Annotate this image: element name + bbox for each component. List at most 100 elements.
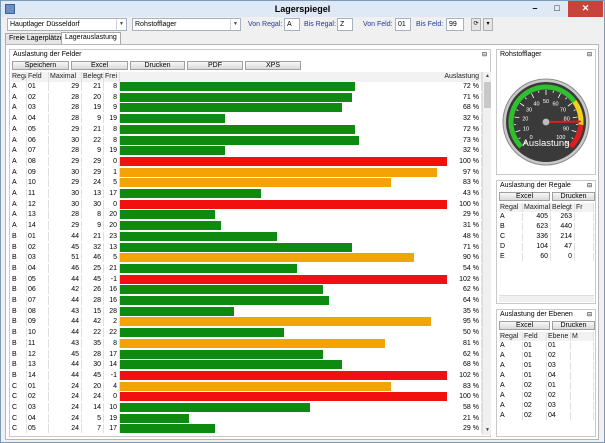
table-row[interactable]: A 405 263 bbox=[499, 213, 594, 221]
table-row[interactable]: B 03 51 46 5 90 % bbox=[11, 253, 482, 263]
table-row[interactable]: B 10 44 22 22 50 % bbox=[11, 328, 482, 338]
table-row[interactable]: D 104 47 bbox=[499, 243, 594, 251]
column-header-maximal[interactable]: M bbox=[571, 332, 594, 341]
gauge-tick-label: 70 bbox=[560, 108, 566, 114]
table-row[interactable]: A 04 28 9 19 32 % bbox=[11, 114, 482, 124]
xps-button[interactable]: XPS bbox=[245, 61, 301, 70]
table-row[interactable]: B 06 42 26 16 62 % bbox=[11, 285, 482, 295]
table-row[interactable]: C 05 24 7 17 29 % bbox=[11, 424, 482, 434]
table-row[interactable]: A 01 02 bbox=[499, 352, 594, 360]
table-row[interactable]: B 13 44 30 14 68 % bbox=[11, 360, 482, 370]
cell-frei: 0 bbox=[104, 392, 120, 402]
table-row[interactable]: A 07 28 9 19 32 % bbox=[11, 146, 482, 156]
pin-icon[interactable]: ⊟ bbox=[587, 50, 592, 60]
excel-button[interactable]: Excel bbox=[71, 61, 128, 70]
print-button[interactable]: Drucken bbox=[130, 61, 185, 70]
material-select[interactable]: Rohstofflager ▼ bbox=[132, 18, 241, 31]
table-row[interactable]: A 03 28 19 9 68 % bbox=[11, 103, 482, 113]
table-row[interactable]: B 623 440 bbox=[499, 223, 594, 231]
pdf-button[interactable]: PDF bbox=[187, 61, 243, 70]
table-row[interactable]: A 02 28 20 8 71 % bbox=[11, 92, 482, 102]
refresh-icon[interactable]: ⟳ bbox=[471, 18, 481, 31]
dropdown-icon[interactable]: ▾ bbox=[483, 18, 493, 31]
utilization-bar bbox=[120, 92, 353, 102]
table-row[interactable]: E 60 0 bbox=[499, 253, 594, 261]
scrollbar-thumb[interactable] bbox=[484, 82, 491, 108]
column-header-belegt[interactable]: Belegt bbox=[82, 72, 104, 82]
pin-icon[interactable]: ⊟ bbox=[587, 310, 592, 320]
table-row[interactable]: A 14 29 9 20 31 % bbox=[11, 221, 482, 231]
table-row[interactable]: B 08 43 15 28 35 % bbox=[11, 306, 482, 316]
column-header-maximal[interactable]: Maximal bbox=[523, 203, 551, 212]
fields-scrollbar[interactable]: ▲ ▼ bbox=[482, 72, 491, 435]
tab-lagerauslastung[interactable]: Lagerauslastung bbox=[61, 32, 121, 44]
minimize-button[interactable]: – bbox=[524, 1, 546, 17]
table-row[interactable]: C 01 24 20 4 83 % bbox=[11, 381, 482, 391]
close-button[interactable]: ✕ bbox=[568, 1, 603, 17]
table-row[interactable]: A 09 30 29 1 97 % bbox=[11, 167, 482, 177]
table-row[interactable]: A 12 30 30 0 100 % bbox=[11, 199, 482, 209]
cell-maximal: 24 bbox=[49, 392, 82, 402]
column-header-regal[interactable]: Regal bbox=[11, 72, 27, 82]
table-row[interactable]: C 03 24 14 10 58 % bbox=[11, 403, 482, 412]
cell-frei: 17 bbox=[104, 189, 120, 198]
column-header-belegt[interactable]: Belegt bbox=[551, 203, 575, 212]
table-row[interactable]: B 14 44 45 -1 102 % bbox=[11, 370, 482, 380]
table-row[interactable]: B 04 46 25 21 54 % bbox=[11, 263, 482, 273]
cell-auslastung: 64 % bbox=[447, 296, 482, 305]
regale-hscroll[interactable] bbox=[499, 295, 594, 302]
regale-print-button[interactable]: Drucken bbox=[552, 192, 595, 201]
column-header-feld[interactable]: Feld bbox=[27, 72, 49, 82]
cell-feld: 11 bbox=[27, 338, 49, 348]
cell-auslastung: 72 % bbox=[447, 124, 482, 134]
column-header-regal[interactable]: Regal bbox=[499, 203, 523, 212]
bis-feld-input[interactable]: 99 bbox=[446, 18, 464, 31]
von-feld-input[interactable]: 01 bbox=[395, 18, 411, 31]
table-row[interactable]: B 07 44 28 16 64 % bbox=[11, 296, 482, 305]
table-row[interactable]: B 11 43 35 8 81 % bbox=[11, 338, 482, 348]
column-header-ebene[interactable]: Ebene bbox=[547, 332, 571, 341]
pin-icon[interactable]: ⊟ bbox=[482, 50, 487, 60]
table-row[interactable]: B 05 44 45 -1 102 % bbox=[11, 274, 482, 284]
table-row[interactable]: A 02 02 bbox=[499, 392, 594, 400]
table-row[interactable]: B 12 45 28 17 62 % bbox=[11, 349, 482, 359]
tab-freie-lagerplaetze[interactable]: Freie Lagerplätze bbox=[5, 33, 68, 44]
column-header-auslastung[interactable]: Auslastung bbox=[120, 72, 482, 82]
table-row[interactable]: A 11 30 13 17 43 % bbox=[11, 189, 482, 198]
column-header-maximal[interactable]: Maximal bbox=[49, 72, 82, 82]
bis-regal-input[interactable]: Z bbox=[337, 18, 353, 31]
column-header-regal[interactable]: Regal bbox=[499, 332, 523, 341]
table-row[interactable]: C 336 214 bbox=[499, 233, 594, 241]
scroll-down-icon[interactable]: ▼ bbox=[483, 426, 492, 435]
table-row[interactable]: A 02 01 bbox=[499, 382, 594, 390]
table-row[interactable]: A 01 01 bbox=[499, 342, 594, 350]
column-header-frei[interactable]: Fr bbox=[575, 203, 594, 212]
table-row[interactable]: A 06 30 22 8 73 % bbox=[11, 135, 482, 145]
column-header-feld[interactable]: Feld bbox=[523, 332, 547, 341]
warehouse-select[interactable]: Hauptlager Düsseldorf ▼ bbox=[7, 18, 127, 31]
maximize-button[interactable]: □ bbox=[546, 1, 568, 17]
table-row[interactable]: A 08 29 29 0 100 % bbox=[11, 156, 482, 166]
save-button[interactable]: Speichern bbox=[12, 61, 69, 70]
table-row[interactable]: A 13 28 8 20 29 % bbox=[11, 210, 482, 220]
table-row[interactable]: A 02 04 bbox=[499, 412, 594, 420]
table-row[interactable]: B 09 44 42 2 95 % bbox=[11, 317, 482, 327]
table-row[interactable]: A 10 29 24 5 83 % bbox=[11, 178, 482, 188]
pin-icon[interactable]: ⊟ bbox=[587, 181, 592, 191]
regale-header-row: Regal Maximal Belegt Fr bbox=[499, 203, 594, 212]
column-header-frei[interactable]: Frei bbox=[104, 72, 120, 82]
ebenen-print-button[interactable]: Drucken bbox=[552, 321, 595, 330]
table-row[interactable]: A 01 29 21 8 72 % bbox=[11, 82, 482, 91]
ebenen-excel-button[interactable]: Excel bbox=[499, 321, 550, 330]
table-row[interactable]: C 04 24 5 19 21 % bbox=[11, 413, 482, 423]
table-row[interactable]: B 02 45 32 13 71 % bbox=[11, 242, 482, 252]
table-row[interactable]: A 02 03 bbox=[499, 402, 594, 410]
table-row[interactable]: B 01 44 21 23 48 % bbox=[11, 231, 482, 241]
table-row[interactable]: A 01 03 bbox=[499, 362, 594, 370]
von-regal-input[interactable]: A bbox=[284, 18, 300, 31]
table-row[interactable]: A 01 04 bbox=[499, 372, 594, 380]
regale-excel-button[interactable]: Excel bbox=[499, 192, 550, 201]
scroll-up-icon[interactable]: ▲ bbox=[483, 72, 492, 81]
table-row[interactable]: C 02 24 24 0 100 % bbox=[11, 392, 482, 402]
table-row[interactable]: A 05 29 21 8 72 % bbox=[11, 124, 482, 134]
